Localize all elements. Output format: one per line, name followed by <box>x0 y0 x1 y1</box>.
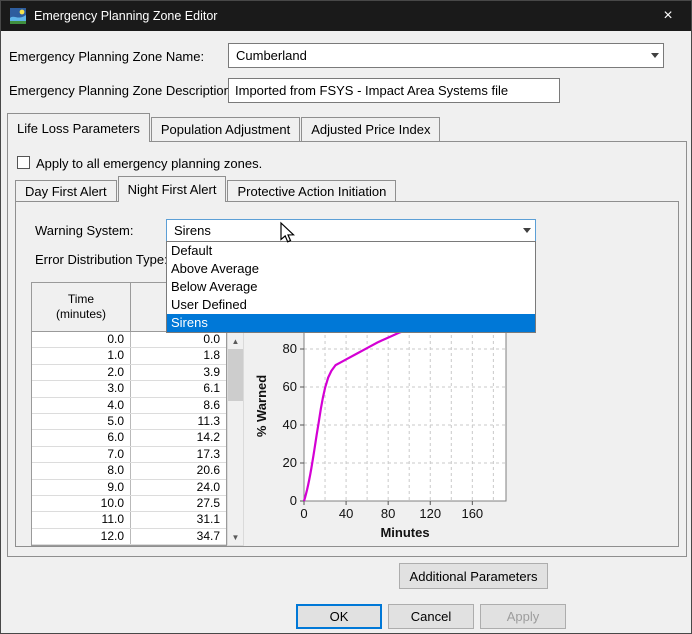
cell-time: 7.0 <box>32 447 131 462</box>
cell-time: 11.0 <box>32 512 131 527</box>
svg-text:0: 0 <box>300 506 307 521</box>
svg-text:160: 160 <box>461 506 483 521</box>
table-row[interactable]: 7.017.3 <box>32 447 226 463</box>
scroll-up-button[interactable]: ▲ <box>228 333 243 349</box>
ok-button[interactable]: OK <box>296 604 382 629</box>
cell-percent: 27.5 <box>131 496 226 511</box>
cell-percent: 3.9 <box>131 365 226 380</box>
tab-population-adjustment[interactable]: Population Adjustment <box>151 117 300 141</box>
apply-button: Apply <box>480 604 566 629</box>
emergency-planning-zone-editor-window: Emergency Planning Zone Editor × Emergen… <box>0 0 692 634</box>
dropdown-option-above-average[interactable]: Above Average <box>167 260 535 278</box>
cell-percent: 1.8 <box>131 348 226 363</box>
scrollbar-thumb[interactable] <box>228 349 243 401</box>
table-row[interactable]: 10.027.5 <box>32 496 226 512</box>
zone-description-label: Emergency Planning Zone Description: <box>9 83 234 98</box>
title-bar: Emergency Planning Zone Editor × <box>1 1 691 31</box>
svg-text:80: 80 <box>283 341 297 356</box>
sub-tabstrip: Day First AlertNight First AlertProtecti… <box>15 176 397 202</box>
cell-percent: 24.0 <box>131 480 226 495</box>
cell-percent: 34.7 <box>131 529 226 544</box>
tab-adjusted-price-index[interactable]: Adjusted Price Index <box>301 117 440 141</box>
dropdown-option-sirens[interactable]: Sirens <box>167 314 535 332</box>
table-scrollbar[interactable]: ▲ ▼ <box>227 332 244 546</box>
cell-time: 1.0 <box>32 348 131 363</box>
chevron-down-icon <box>646 44 663 67</box>
cell-time: 12.0 <box>32 529 131 544</box>
cell-percent: 6.1 <box>131 381 226 396</box>
additional-parameters-button[interactable]: Additional Parameters <box>399 563 548 589</box>
zone-name-label: Emergency Planning Zone Name: <box>9 49 204 64</box>
apply-all-zones-checkbox[interactable] <box>17 156 30 169</box>
main-tabstrip: Life Loss ParametersPopulation Adjustmen… <box>7 113 441 142</box>
subtab-night-first-alert[interactable]: Night First Alert <box>118 176 227 202</box>
table-row[interactable]: 1.01.8 <box>32 348 226 364</box>
svg-text:40: 40 <box>283 417 297 432</box>
svg-text:80: 80 <box>381 506 395 521</box>
cell-percent: 14.2 <box>131 430 226 445</box>
cell-percent: 20.6 <box>131 463 226 478</box>
cell-time: 5.0 <box>32 414 131 429</box>
table-row[interactable]: 12.034.7 <box>32 529 226 545</box>
tab-life-loss-parameters[interactable]: Life Loss Parameters <box>7 113 150 142</box>
close-icon: × <box>663 8 672 24</box>
cell-time: 3.0 <box>32 381 131 396</box>
cancel-button[interactable]: Cancel <box>388 604 474 629</box>
warning-system-label: Warning System: <box>35 223 134 238</box>
table-row[interactable]: 3.06.1 <box>32 381 226 397</box>
cell-percent: 8.6 <box>131 398 226 413</box>
svg-text:Minutes: Minutes <box>380 525 429 540</box>
app-icon <box>10 8 26 24</box>
svg-text:0: 0 <box>290 493 297 508</box>
dropdown-option-user-defined[interactable]: User Defined <box>167 296 535 314</box>
zone-name-combobox[interactable]: Cumberland <box>228 43 664 68</box>
cell-percent: 0.0 <box>131 332 226 347</box>
table-row[interactable]: 11.031.1 <box>32 512 226 528</box>
scroll-down-icon: ▼ <box>232 533 240 542</box>
table-row[interactable]: 4.08.6 <box>32 398 226 414</box>
cell-time: 4.0 <box>32 398 131 413</box>
warning-system-dropdown: DefaultAbove AverageBelow AverageUser De… <box>166 241 536 333</box>
cell-time: 0.0 <box>32 332 131 347</box>
cell-time: 9.0 <box>32 480 131 495</box>
time-column-header: Time (minutes) <box>32 283 131 331</box>
table-row[interactable]: 2.03.9 <box>32 365 226 381</box>
svg-text:60: 60 <box>283 379 297 394</box>
subtab-protective-action-initiation[interactable]: Protective Action Initiation <box>227 180 396 201</box>
subtab-day-first-alert[interactable]: Day First Alert <box>15 180 117 201</box>
warning-table-body: 0.00.01.01.82.03.93.06.14.08.65.011.36.0… <box>31 332 227 546</box>
dropdown-option-below-average[interactable]: Below Average <box>167 278 535 296</box>
svg-text:40: 40 <box>339 506 353 521</box>
cell-time: 6.0 <box>32 430 131 445</box>
error-distribution-type-label: Error Distribution Type: <box>35 252 168 267</box>
scroll-up-icon: ▲ <box>232 337 240 346</box>
zone-description-input[interactable] <box>228 78 560 103</box>
scroll-down-button[interactable]: ▼ <box>228 529 243 545</box>
table-row[interactable]: 9.024.0 <box>32 480 226 496</box>
scrollbar-track[interactable] <box>228 349 243 529</box>
table-row[interactable]: 6.014.2 <box>32 430 226 446</box>
cell-percent: 31.1 <box>131 512 226 527</box>
svg-text:% Warned: % Warned <box>254 375 269 437</box>
cell-time: 8.0 <box>32 463 131 478</box>
mouse-cursor <box>277 221 297 245</box>
table-row[interactable]: 8.020.6 <box>32 463 226 479</box>
cell-time: 10.0 <box>32 496 131 511</box>
zone-name-value: Cumberland <box>229 48 646 63</box>
svg-text:20: 20 <box>283 455 297 470</box>
svg-text:120: 120 <box>419 506 441 521</box>
dropdown-option-default[interactable]: Default <box>167 242 535 260</box>
apply-all-zones-label: Apply to all emergency planning zones. <box>36 156 262 171</box>
cell-time: 2.0 <box>32 365 131 380</box>
close-button[interactable]: × <box>645 1 691 31</box>
cell-percent: 11.3 <box>131 414 226 429</box>
cell-percent: 17.3 <box>131 447 226 462</box>
window-title: Emergency Planning Zone Editor <box>34 9 645 23</box>
table-row[interactable]: 0.00.0 <box>32 332 226 348</box>
table-row[interactable]: 5.011.3 <box>32 414 226 430</box>
